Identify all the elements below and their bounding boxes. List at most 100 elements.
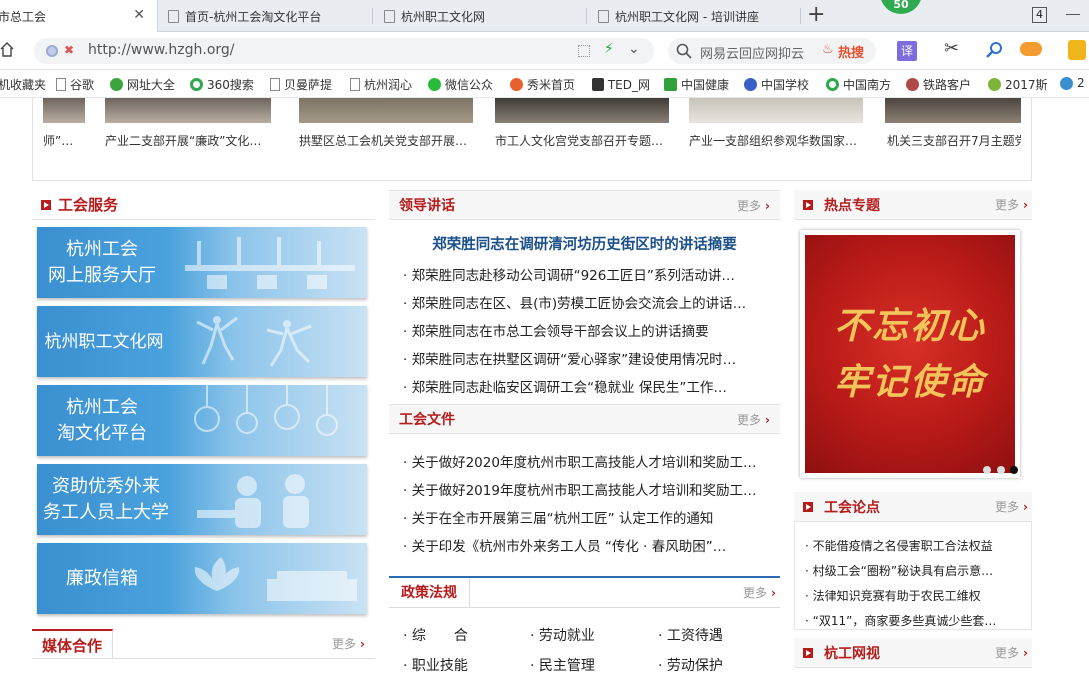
scissors-icon[interactable]: ✂ xyxy=(944,38,959,59)
bookmarks-bar: 机收藏夹 谷歌 网址大全 360搜索 贝曼萨提 杭州润心 微信公众 秀米首页 T… xyxy=(0,70,1089,98)
tab-worker-culture[interactable]: 杭州职工文化网 xyxy=(384,0,584,32)
lightning-icon[interactable]: ⚡ xyxy=(604,41,614,57)
gallery-caption[interactable]: 产业一支部组织参观华数国家… xyxy=(689,132,867,149)
tv-title: 杭工网视 xyxy=(824,645,880,662)
bookmark-item[interactable]: 中国南方 xyxy=(826,76,896,93)
bookmark-item[interactable]: 中国健康 xyxy=(664,76,732,93)
gallery-caption[interactable]: 拱墅区总工会机关党支部开展… xyxy=(299,132,477,149)
media-header: 媒体合作 更多 › xyxy=(32,628,375,659)
tv-more-link[interactable]: 更多 › xyxy=(995,644,1028,661)
media-more-link[interactable]: 更多 › xyxy=(332,635,365,652)
url-field[interactable]: ✖ http://www.hzgh.org/ ⚡ ⌄ xyxy=(34,38,654,64)
gallery-caption[interactable]: 市工人文化宫党支部召开专题… xyxy=(495,132,673,149)
list-item[interactable]: · 郑荣胜同志赴临安区调研工会“稳就业 保民生”工作… xyxy=(403,376,769,396)
hot-more-link[interactable]: 更多 › xyxy=(995,196,1028,213)
list-item[interactable]: · 郑荣胜同志赴移动公司调研“926工匠日”系列活动讲… xyxy=(403,264,769,284)
list-item[interactable]: · 法律知识竞赛有助于农民工维权 xyxy=(805,587,1015,604)
migrant-worker-scholarship-button[interactable]: 资助优秀外来 务工人员上大学 xyxy=(37,464,367,535)
worker-culture-button[interactable]: 杭州职工文化网 xyxy=(37,306,367,377)
blocked-camera-icon[interactable]: ✖ xyxy=(64,43,74,57)
gallery-caption[interactable]: 产业二支部开展“廉政”文化… xyxy=(105,132,283,149)
gallery-caption[interactable]: 师”… xyxy=(43,132,93,149)
gallery-photo[interactable] xyxy=(43,98,85,123)
tab-training[interactable]: 杭州职工文化网 - 培训讲座 xyxy=(598,0,798,32)
policy-link[interactable]: · 劳动保护 xyxy=(658,655,723,675)
gallery-photo[interactable] xyxy=(689,98,863,123)
page-icon xyxy=(598,9,609,23)
search-icon[interactable] xyxy=(676,43,692,63)
chevron-down-icon[interactable]: ⌄ xyxy=(628,41,640,57)
site-info-icon[interactable] xyxy=(46,45,58,57)
minimize-icon[interactable] xyxy=(1066,14,1080,15)
integrity-mailbox-button[interactable]: 廉政信箱 xyxy=(37,543,367,614)
bookmark-item[interactable]: 杭州润心 xyxy=(350,76,416,93)
bookmark-item[interactable]: 微信公众 xyxy=(428,76,498,93)
url-text[interactable]: http://www.hzgh.org/ xyxy=(88,42,235,58)
light-bulbs-image xyxy=(194,385,338,436)
policy-link[interactable]: · 工资待遇 xyxy=(658,625,723,645)
notification-badge[interactable]: 50 xyxy=(880,0,922,14)
taoculture-platform-button[interactable]: 杭州工会 淘文化平台 xyxy=(37,385,367,456)
tab-active[interactable]: 市总工会 ✕ xyxy=(0,0,158,32)
list-item[interactable]: · 不能借疫情之名侵害职工合法权益 xyxy=(805,537,1015,554)
home-icon[interactable] xyxy=(0,41,14,57)
bookmark-item[interactable]: 2017斯 xyxy=(988,76,1052,93)
list-item[interactable]: · “双11”，商家要多些真诚少些套… xyxy=(805,612,1015,629)
tv-header: 杭工网视 更多 › xyxy=(794,638,1032,668)
tab-count-button[interactable]: 4 xyxy=(1032,7,1047,23)
game-controller-icon[interactable] xyxy=(1020,42,1042,56)
gallery-photo[interactable] xyxy=(495,98,669,123)
list-item[interactable]: · 关于印发《杭州市外来务工人员 “传化 · 春风助困”… xyxy=(403,535,769,555)
list-item[interactable]: · 关于做好2019年度杭州市职工高技能人才培训和奖励工… xyxy=(403,479,769,499)
translate-button[interactable]: 译 xyxy=(897,41,917,61)
policy-more-link[interactable]: 更多 › xyxy=(743,584,776,601)
wallet-icon[interactable] xyxy=(1068,40,1086,60)
bookmark-item[interactable]: 贝曼萨提 xyxy=(270,76,336,93)
qr-icon[interactable] xyxy=(578,45,590,57)
new-tab-button[interactable]: + xyxy=(807,2,825,27)
policy-header: 政策法规 更多 › xyxy=(389,576,780,608)
list-item[interactable]: · 郑荣胜同志在拱墅区调研“爱心驿家”建设使用情况时… xyxy=(403,348,769,368)
speech-headline[interactable]: 郑荣胜同志在调研清河坊历史街区时的讲话摘要 xyxy=(389,233,780,254)
hot-search-label[interactable]: 热搜 xyxy=(838,42,864,61)
policy-link[interactable]: · 综 合 xyxy=(403,625,468,645)
carousel-dot[interactable] xyxy=(997,466,1005,474)
online-service-hall-button[interactable]: 杭州工会 网上服务大厅 xyxy=(37,227,367,298)
list-item[interactable]: · 关于在全市开展第三届“杭州工匠” 认定工作的通知 xyxy=(403,507,769,527)
list-item[interactable]: · 郑荣胜同志在区、县(市)劳模工匠协会交流会上的讲话… xyxy=(403,292,769,312)
gallery-photo[interactable] xyxy=(885,98,1021,123)
search-box[interactable]: 网易云回应网抑云 ♨ 热搜 xyxy=(668,38,876,64)
bookmark-item[interactable]: 谷歌 xyxy=(56,76,94,93)
bookmark-item[interactable]: 机收藏夹 xyxy=(0,76,46,93)
list-item[interactable]: · 关于做好2020年度杭州市职工高技能人才培训和奖励工… xyxy=(403,451,769,471)
search-placeholder[interactable]: 网易云回应网抑云 xyxy=(700,43,812,62)
bookmark-item[interactable]: 2 xyxy=(1060,76,1089,90)
docs-more-link[interactable]: 更多 › xyxy=(737,411,770,428)
forum-more-link[interactable]: 更多 › xyxy=(995,498,1028,515)
speech-more-link[interactable]: 更多 › xyxy=(737,197,770,214)
magnifier-icon[interactable] xyxy=(986,41,1004,63)
web-page: 师”… 产业二支部开展“廉政”文化… 拱墅区总工会机关党支部开展… 市工人文化宫… xyxy=(0,98,1089,676)
list-item[interactable]: · 村级工会“圈粉”秘诀具有启示意… xyxy=(805,562,1015,579)
bookmark-item[interactable]: 360搜索 xyxy=(190,76,254,93)
gallery-photo[interactable] xyxy=(299,98,473,123)
gallery-photo[interactable] xyxy=(105,98,271,123)
list-item[interactable]: · 郑荣胜同志在市总工会领导干部会议上的讲话摘要 xyxy=(403,320,769,340)
hot-topic-banner[interactable]: 不忘初心 牢记使命 xyxy=(800,230,1020,478)
carousel-dot-active[interactable] xyxy=(1010,466,1018,474)
tab-label: 首页-杭州工会淘文化平台 xyxy=(185,9,322,24)
gallery-caption[interactable]: 机关三支部召开7月主题党 xyxy=(887,132,1021,149)
fire-icon: ♨ xyxy=(822,42,834,57)
carousel-dot[interactable] xyxy=(983,466,991,474)
bookmark-item[interactable]: 秀米首页 xyxy=(510,76,580,93)
policy-link[interactable]: · 职业技能 xyxy=(403,655,468,675)
policy-link[interactable]: · 劳动就业 xyxy=(530,625,595,645)
bookmark-item[interactable]: 网址大全 xyxy=(110,76,175,93)
close-tab-icon[interactable]: ✕ xyxy=(133,7,145,23)
bookmark-item[interactable]: 中国学校 xyxy=(744,76,814,93)
tab-hzgh-culture[interactable]: 首页-杭州工会淘文化平台 xyxy=(168,0,368,32)
bookmark-item[interactable]: 铁路客户 xyxy=(906,76,976,93)
bookmark-item[interactable]: TED_网 xyxy=(592,76,650,93)
policy-link[interactable]: · 民主管理 xyxy=(530,655,595,675)
service-label: 廉政信箱 xyxy=(66,567,138,589)
